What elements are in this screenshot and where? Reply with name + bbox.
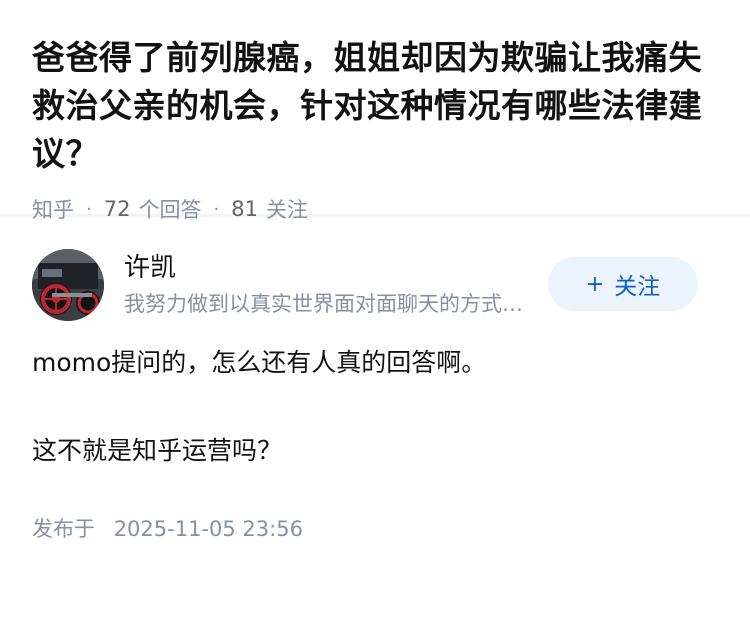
author-bio: 我努力做到以真实世界面对面聊天的方式来讨论问题: [124, 292, 534, 316]
plus-icon: +: [585, 271, 605, 297]
answer-content: momo提问的，怎么还有人真的回答啊。 这不就是知乎运营吗？: [32, 341, 718, 473]
question-header: 爸爸得了前列腺癌，姐姐却因为欺骗让我痛失救治父亲的机会，针对这种情况有哪些法律建…: [0, 0, 750, 222]
question-title[interactable]: 爸爸得了前列腺癌，姐姐却因为欺骗让我痛失救治父亲的机会，针对这种情况有哪些法律建…: [32, 34, 718, 178]
follow-button-label: 关注: [614, 274, 661, 300]
follow-button[interactable]: + 关注: [548, 257, 698, 311]
answer-paragraph: momo提问的，怎么还有人真的回答啊。: [32, 348, 487, 377]
steam-locomotive-avatar-icon: [32, 249, 104, 321]
published-timestamp: 2025-11-05 23:56: [113, 517, 303, 541]
published-label: 发布于: [32, 517, 95, 541]
published-time: 发布于 2025-11-05 23:56: [32, 513, 718, 543]
answer-paragraph: 这不就是知乎运营吗？: [32, 436, 283, 465]
answer-card: 许凯 我努力做到以真实世界面对面聊天的方式来讨论问题 + 关注 momo提问的，…: [0, 217, 750, 543]
avatar[interactable]: [32, 249, 104, 321]
